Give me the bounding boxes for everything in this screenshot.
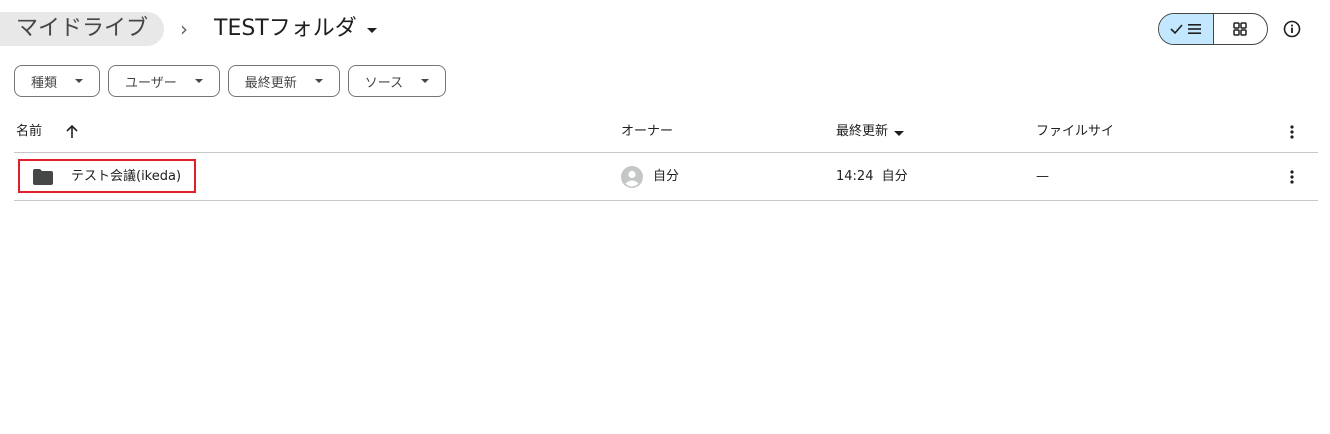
chevron-down-icon: [194, 79, 203, 83]
filter-bar: 種類 ユーザー 最終更新 ソース: [14, 65, 454, 97]
more-vert-icon: [1290, 125, 1294, 139]
drive-folder-view: マイドライブ › TESTフォルダ 種類 ユーザー 最終更新 ソース 名前 オー…: [0, 0, 1330, 434]
file-name[interactable]: テスト会議(ikeda): [71, 153, 181, 200]
filter-modified-label: 最終更新: [244, 75, 297, 91]
column-owner-label: オーナー: [621, 124, 674, 139]
info-button[interactable]: [1278, 15, 1306, 43]
filter-source-label: ソース: [364, 75, 404, 91]
filter-type-chip[interactable]: 種類: [14, 65, 101, 97]
column-header-modified[interactable]: 最終更新: [836, 112, 905, 152]
table-row[interactable]: テスト会議(ikeda) 自分 14:24 自分 —: [14, 153, 1318, 201]
breadcrumb-separator-icon: ›: [180, 17, 188, 41]
chevron-down-icon: [314, 79, 323, 83]
current-folder-label: TESTフォルダ: [214, 16, 357, 41]
breadcrumb-my-drive[interactable]: マイドライブ: [0, 12, 165, 46]
modified-time: 14:24: [836, 169, 874, 184]
modified-by: 自分: [881, 169, 908, 184]
owner-cell: 自分: [621, 153, 679, 200]
sort-descending-icon: [894, 130, 905, 136]
filter-type-label: 種類: [31, 75, 58, 91]
filter-modified-chip[interactable]: 最終更新: [227, 65, 340, 97]
chevron-down-icon: [366, 27, 377, 33]
grid-view-button[interactable]: [1214, 14, 1268, 44]
column-header-name[interactable]: 名前: [16, 112, 42, 152]
list-view-button[interactable]: [1159, 14, 1214, 44]
table-header: 名前 オーナー 最終更新 ファイルサイ: [14, 112, 1318, 153]
arrow-up-icon: [66, 124, 78, 138]
filter-user-label: ユーザー: [125, 75, 177, 91]
header: マイドライブ › TESTフォルダ: [0, 8, 1330, 48]
view-toggle: [1158, 13, 1268, 45]
grid-icon: [1233, 22, 1247, 36]
breadcrumb-current-folder[interactable]: TESTフォルダ: [206, 12, 385, 46]
info-icon: [1283, 20, 1301, 38]
sort-ascending-button[interactable]: [64, 112, 80, 152]
modified-cell: 14:24 自分: [836, 153, 908, 200]
more-vert-icon: [1290, 170, 1294, 184]
column-modified-label: 最終更新: [836, 124, 889, 139]
filter-user-chip[interactable]: ユーザー: [108, 65, 220, 97]
column-header-owner[interactable]: オーナー: [621, 112, 673, 152]
column-options-button[interactable]: [1282, 122, 1302, 142]
file-size: —: [1036, 169, 1049, 184]
row-more-actions-button[interactable]: [1282, 167, 1302, 187]
folder-icon: [33, 168, 53, 185]
check-list-icon: [1170, 24, 1201, 35]
column-header-size[interactable]: ファイルサイ: [1036, 112, 1114, 152]
avatar-icon: [621, 165, 643, 188]
chevron-down-icon: [421, 79, 430, 83]
filter-source-chip[interactable]: ソース: [347, 65, 447, 97]
owner-name: 自分: [653, 169, 680, 184]
chevron-down-icon: [75, 79, 84, 83]
column-name-label: 名前: [16, 124, 43, 139]
column-size-label: ファイルサイ: [1036, 124, 1115, 139]
folder-icon-cell: [32, 153, 54, 200]
